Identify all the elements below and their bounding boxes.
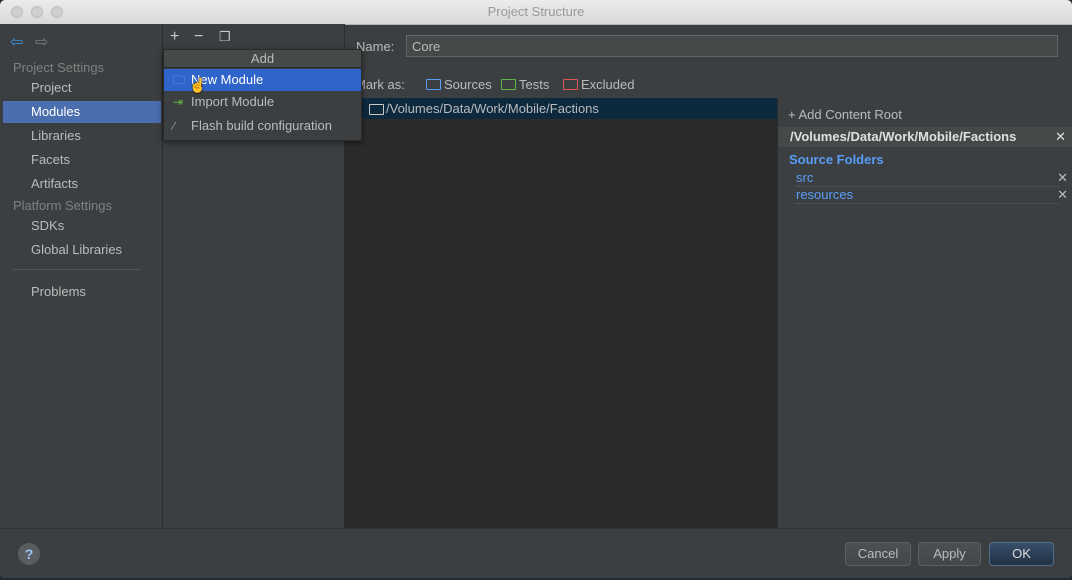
zoom-window-button[interactable]: [51, 6, 63, 18]
sidebar-item-libraries[interactable]: Libraries: [3, 125, 161, 147]
help-icon[interactable]: ?: [18, 543, 40, 565]
mark-tests-label: Tests: [519, 77, 550, 92]
add-popup-menu: Add 🗀 New Module ⇥ Import Module ⁄ Flash…: [163, 49, 362, 141]
source-folder-item[interactable]: src ✕: [796, 170, 1068, 187]
remove-folder-icon[interactable]: ✕: [1057, 170, 1068, 186]
project-settings-header: Project Settings: [13, 60, 105, 75]
bottom-bar: ? Cancel Apply OK: [0, 528, 1072, 578]
mark-sources-label: Sources: [444, 77, 492, 92]
close-window-button[interactable]: [11, 6, 23, 18]
copy-icon[interactable]: ❐: [219, 29, 231, 45]
sidebar-item-sdks[interactable]: SDKs: [3, 215, 161, 237]
menu-item-label: Flash build configuration: [191, 118, 332, 133]
mark-excluded-button[interactable]: Excluded: [563, 77, 634, 92]
content-root-tree: /Volumes/Data/Work/Mobile/Factions: [345, 98, 778, 528]
content-root-header: /Volumes/Data/Work/Mobile/Factions ✕: [778, 127, 1072, 147]
minimize-window-button[interactable]: [31, 6, 43, 18]
apply-button[interactable]: Apply: [918, 542, 981, 566]
back-arrow-icon[interactable]: ⇦: [10, 32, 23, 52]
sources-folder-icon: [426, 79, 441, 90]
flash-icon: ⁄: [173, 119, 176, 133]
mark-excluded-label: Excluded: [581, 77, 635, 92]
menu-item-flash-build-configuration[interactable]: ⁄ Flash build configuration: [164, 115, 361, 137]
sidebar: ⇦ ⇨ Project Settings Project Modules Lib…: [0, 24, 163, 528]
mark-sources-button[interactable]: Sources: [426, 77, 492, 92]
sidebar-divider: [13, 269, 141, 270]
source-folders-title: Source Folders: [789, 152, 884, 167]
forward-arrow-icon[interactable]: ⇨: [35, 32, 48, 52]
menu-item-label: Import Module: [191, 94, 275, 109]
add-content-root-label: Add Content Root: [798, 107, 902, 122]
mark-tests-button[interactable]: Tests: [501, 77, 549, 92]
popup-header: Add: [164, 50, 361, 68]
project-structure-window: Project Structure ⇦ ⇨ Project Settings P…: [0, 0, 1072, 578]
ok-button[interactable]: OK: [989, 542, 1054, 566]
plus-icon: +: [788, 107, 799, 122]
tree-row-root[interactable]: /Volumes/Data/Work/Mobile/Factions: [345, 98, 777, 119]
tests-folder-icon: [501, 79, 516, 90]
source-folder-label: resources: [796, 187, 854, 202]
remove-folder-icon[interactable]: ✕: [1057, 187, 1068, 203]
add-content-root-button[interactable]: + Add Content Root: [788, 107, 902, 122]
sidebar-item-artifacts[interactable]: Artifacts: [3, 173, 161, 195]
tree-path-label: /Volumes/Data/Work/Mobile/Factions: [386, 101, 599, 116]
content-root-panel: + Add Content Root /Volumes/Data/Work/Mo…: [778, 98, 1072, 528]
platform-settings-header: Platform Settings: [13, 198, 112, 213]
plus-icon[interactable]: +: [170, 28, 179, 46]
pointer-cursor-icon: ☝: [189, 77, 207, 93]
source-folder-label: src: [796, 170, 814, 185]
module-name-input[interactable]: [406, 35, 1058, 57]
folder-icon: [369, 104, 384, 115]
import-module-icon: ⇥: [173, 95, 184, 109]
sidebar-item-global-libraries[interactable]: Global Libraries: [3, 239, 161, 261]
sidebar-item-problems[interactable]: Problems: [3, 281, 161, 303]
minus-icon[interactable]: −: [194, 28, 203, 46]
content-root-path: /Volumes/Data/Work/Mobile/Factions: [790, 129, 1017, 144]
sidebar-item-modules[interactable]: Modules: [3, 101, 161, 123]
source-folder-item[interactable]: resources ✕: [796, 187, 1068, 204]
module-folder-icon: 🗀: [173, 73, 186, 87]
remove-root-icon[interactable]: ✕: [1055, 127, 1066, 147]
sidebar-item-facets[interactable]: Facets: [3, 149, 161, 171]
sidebar-item-project[interactable]: Project: [3, 77, 161, 99]
cancel-button[interactable]: Cancel: [845, 542, 911, 566]
title-bar: Project Structure: [0, 0, 1072, 25]
excluded-folder-icon: [563, 79, 578, 90]
mark-as-label: Mark as:: [355, 77, 405, 92]
window-title: Project Structure: [487, 4, 585, 19]
menu-item-import-module[interactable]: ⇥ Import Module: [164, 91, 361, 113]
